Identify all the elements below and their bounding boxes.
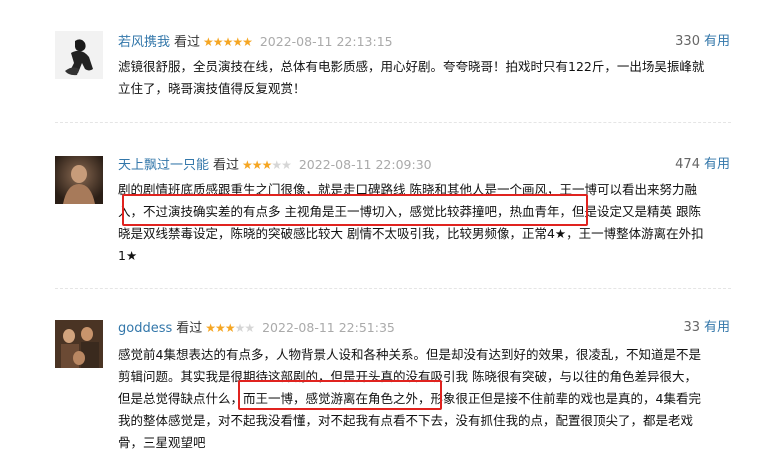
status-label: 看过 [213,158,240,173]
star-icon: ★ [212,35,224,49]
status-label: 看过 [176,321,203,336]
star-icon: ★ [242,158,253,172]
useful-button[interactable]: 有用 [704,157,730,172]
review-line: 1★ [118,248,138,263]
star-icon: ★ [234,321,246,335]
username-link[interactable]: 天上飘过一只能 [118,158,209,173]
review-line: 但是总觉得缺点什么，而王一博，感觉游离在角色之外，形象很正但是接不住前辈的戏也是… [118,391,701,406]
star-icon: ★ [215,321,226,335]
review-line: 骨，三星观望吧 [118,435,206,450]
review-line: 感觉前4集想表达的有点多，人物背景人设和各种关系。但是却没有达到好的效果，很凌乱… [118,347,701,362]
divider [55,122,731,124]
useful-button[interactable]: 有用 [704,320,730,335]
vote-area: 474 有用 [675,156,730,174]
review-line: 立住了，晓哥演技值得反复观赏！ [118,81,306,96]
review-text: 剧的剧情班底质感跟重生之门很像，就是走口碑路线 陈晓和其他人是一个画风，王一博可… [118,179,732,267]
rating-stars: ★★★★★ [242,156,292,174]
timestamp: 2022-08-11 22:51:35 [262,320,395,335]
star-icon: ★ [232,35,243,49]
username-link[interactable]: goddess [118,321,172,336]
vote-count: 474 [675,157,700,172]
avatar[interactable] [55,31,103,79]
star-icon: ★ [242,35,253,49]
vote-count: 33 [683,320,700,335]
rating-stars: ★★★★★ [205,319,255,337]
star-icon: ★ [205,321,216,335]
useful-button[interactable]: 有用 [704,34,730,49]
vote-area: 330 有用 [675,33,730,51]
review-meta: goddess 看过 ★★★★★ 2022-08-11 22:51:35 [118,319,395,337]
avatar[interactable] [55,156,103,204]
review-meta: 若风携我 看过 ★★★★★ 2022-08-11 22:13:15 [118,33,393,51]
review-text: 感觉前4集想表达的有点多，人物背景人设和各种关系。但是却没有达到好的效果，很凌乱… [118,344,732,454]
review-line: 我的整体感觉是，对不起我没看懂，对不起我有点看不下去，没有抓住我的点，配置很顶尖… [118,413,694,428]
star-icon: ★ [251,158,263,172]
star-icon: ★ [224,321,236,335]
review-line: 晓是双线禁毒设定，陈晓的突破感比较大 剧情不太吸引我，比较男频像，正常4★，王一… [118,226,704,241]
review-line: 入，不过演技确实差的有点多 主视角是王一博切入，感觉比较莽撞吧，热血青年，但是设… [118,204,701,219]
star-icon: ★ [203,35,214,49]
star-icon: ★ [244,321,255,335]
review-line: 滤镜很舒服，全员演技在线，总体有电影质感，用心好剧。夸夸晓哥！拍戏时只有122斤… [118,59,705,74]
review-meta: 天上飘过一只能 看过 ★★★★★ 2022-08-11 22:09:30 [118,156,432,174]
review-line: 剧的剧情班底质感跟重生之门很像，就是走口碑路线 陈晓和其他人是一个画风，王一博可… [118,182,697,197]
timestamp: 2022-08-11 22:09:30 [298,157,432,172]
avatar[interactable] [55,320,103,368]
star-icon: ★ [271,158,282,172]
star-icon: ★ [222,35,234,49]
rating-stars: ★★★★★ [203,33,253,51]
star-icon: ★ [261,158,273,172]
status-label: 看过 [174,35,201,50]
review-line: 剪辑问题。其实我是很期待这部剧的，但是开头真的没有吸引我 陈晓很有突破，与以往的… [118,369,697,384]
username-link[interactable]: 若风携我 [118,35,170,50]
star-icon: ★ [281,158,292,172]
timestamp: 2022-08-11 22:13:15 [259,34,393,49]
vote-area: 33 有用 [683,319,730,337]
vote-count: 330 [675,34,700,49]
divider [55,288,731,290]
review-text: 滤镜很舒服，全员演技在线，总体有电影质感，用心好剧。夸夸晓哥！拍戏时只有122斤… [118,56,732,100]
